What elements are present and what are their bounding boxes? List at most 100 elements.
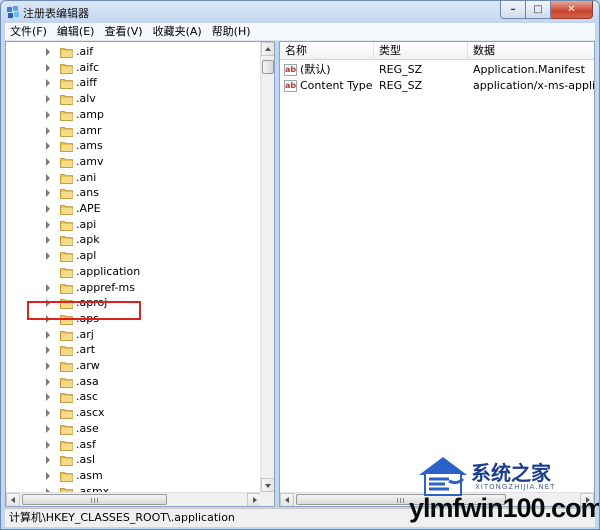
minimize-button[interactable]: – bbox=[500, 1, 526, 19]
value-name: (默认) bbox=[300, 63, 331, 76]
column-header-type[interactable]: 类型 bbox=[374, 42, 468, 60]
tree-item[interactable]: .ams bbox=[6, 138, 261, 154]
expand-arrow-icon[interactable] bbox=[46, 189, 50, 198]
column-header-data[interactable]: 数据 bbox=[468, 42, 594, 60]
tree-item[interactable]: .aif bbox=[6, 44, 261, 60]
maximize-button[interactable]: □ bbox=[526, 1, 551, 19]
tree-item[interactable]: .art bbox=[6, 342, 261, 358]
value-data: Application.Manifest bbox=[473, 63, 585, 76]
watermark-url: ylmfwin100.com bbox=[409, 493, 600, 523]
tree-horizontal-scroll-thumb[interactable] bbox=[22, 494, 167, 505]
tree-item[interactable]: .api bbox=[6, 217, 261, 233]
caption-buttons: – □ ✕ bbox=[500, 1, 593, 19]
tree-item[interactable]: .ani bbox=[6, 170, 261, 186]
tree-item[interactable]: .APE bbox=[6, 201, 261, 217]
folder-icon bbox=[60, 362, 73, 372]
tree-item[interactable]: .ans bbox=[6, 185, 261, 201]
expand-arrow-icon[interactable] bbox=[46, 220, 50, 229]
tree-item[interactable]: .appref-ms bbox=[6, 280, 261, 296]
expand-arrow-icon[interactable] bbox=[46, 440, 50, 449]
tree-item-label: .asm bbox=[76, 468, 103, 482]
expand-arrow-icon[interactable] bbox=[46, 236, 50, 245]
string-value-icon: ab bbox=[284, 64, 297, 76]
menu-edit[interactable]: 编辑(E) bbox=[52, 23, 100, 41]
tree-item[interactable]: .aiff bbox=[6, 75, 261, 91]
tree-item[interactable]: .asm bbox=[6, 468, 261, 484]
expand-arrow-icon[interactable] bbox=[46, 48, 50, 56]
expand-arrow-icon[interactable] bbox=[46, 471, 50, 480]
folder-icon bbox=[60, 409, 73, 419]
expand-arrow-icon[interactable] bbox=[46, 173, 50, 182]
tree-item-label: .api bbox=[76, 217, 97, 231]
expand-arrow-icon[interactable] bbox=[46, 205, 50, 213]
scroll-right-arrow-icon[interactable] bbox=[247, 493, 261, 506]
tree-item[interactable]: .apl bbox=[6, 248, 261, 264]
tree-item-label: .aifc bbox=[76, 60, 100, 74]
expand-arrow-icon[interactable] bbox=[46, 456, 50, 465]
tree-item[interactable]: .amp bbox=[6, 107, 261, 123]
expand-arrow-icon[interactable] bbox=[46, 252, 50, 261]
expand-arrow-icon[interactable] bbox=[46, 362, 50, 370]
tree-item-label: .ani bbox=[76, 170, 97, 184]
tree-item-label: .ase bbox=[76, 421, 99, 435]
tree-vertical-scroll-thumb[interactable] bbox=[262, 60, 274, 74]
value-row[interactable]: ab (默认) REG_SZ Application.Manifest bbox=[280, 62, 594, 78]
expand-arrow-icon[interactable] bbox=[46, 393, 50, 402]
close-button[interactable]: ✕ bbox=[551, 1, 593, 19]
registry-editor-app-icon bbox=[7, 6, 19, 18]
scroll-up-arrow-icon[interactable] bbox=[261, 42, 274, 56]
menu-view[interactable]: 查看(V) bbox=[99, 23, 147, 41]
folder-icon bbox=[60, 267, 73, 278]
tree-horizontal-scrollbar[interactable] bbox=[6, 492, 261, 506]
tree-item[interactable]: .apk bbox=[6, 232, 261, 248]
expand-arrow-icon[interactable] bbox=[46, 283, 50, 292]
tree-item[interactable]: .asmx bbox=[6, 484, 261, 492]
scroll-down-arrow-icon[interactable] bbox=[261, 478, 274, 492]
menu-favorites[interactable]: 收藏夹(A) bbox=[148, 23, 207, 41]
expand-arrow-icon[interactable] bbox=[46, 79, 50, 88]
expand-arrow-icon[interactable] bbox=[46, 95, 50, 104]
tree-item[interactable]: .asc bbox=[6, 389, 261, 405]
tree-vertical-scrollbar[interactable] bbox=[260, 42, 274, 492]
value-row[interactable]: ab Content Type REG_SZ application/x-ms-app… bbox=[280, 78, 594, 94]
tree-item[interactable]: .arj bbox=[6, 327, 261, 343]
expand-arrow-icon[interactable] bbox=[46, 63, 50, 72]
tree-item[interactable]: .amr bbox=[6, 123, 261, 139]
column-header-name[interactable]: 名称 bbox=[280, 42, 374, 60]
expand-arrow-icon[interactable] bbox=[46, 126, 50, 135]
string-value-icon: ab bbox=[284, 80, 297, 92]
tree-item[interactable]: .amv bbox=[6, 154, 261, 170]
folder-icon bbox=[60, 173, 73, 184]
menu-help[interactable]: 帮助(H) bbox=[207, 23, 256, 41]
tree-item[interactable]: .alv bbox=[6, 91, 261, 107]
expand-arrow-icon[interactable] bbox=[46, 346, 50, 355]
scroll-left-arrow-icon[interactable] bbox=[6, 493, 20, 506]
tree-item[interactable]: .application bbox=[6, 264, 261, 280]
folder-icon bbox=[60, 220, 73, 231]
expand-arrow-icon[interactable] bbox=[46, 409, 50, 418]
folder-icon bbox=[60, 456, 73, 467]
tree-item[interactable]: .asf bbox=[6, 437, 261, 453]
folder-icon bbox=[60, 283, 73, 294]
value-type: REG_SZ bbox=[379, 63, 423, 76]
tree-item-label: .ans bbox=[76, 186, 99, 200]
menu-file[interactable]: 文件(F) bbox=[5, 23, 52, 41]
expand-arrow-icon[interactable] bbox=[46, 142, 50, 151]
folder-icon bbox=[60, 346, 73, 357]
tree-item[interactable]: .asl bbox=[6, 452, 261, 468]
scroll-left-arrow-icon[interactable] bbox=[280, 493, 294, 506]
watermark: 系统之家 XITONGZHIJIA.NET ylmfwin100.com bbox=[409, 449, 599, 529]
tree-item[interactable]: .aifc bbox=[6, 60, 261, 76]
tree-item[interactable]: .asa bbox=[6, 374, 261, 390]
key-tree: .aif .aifc .aiff .alv .amp .amr .ams .amv .ani .a… bbox=[6, 42, 261, 492]
expand-arrow-icon[interactable] bbox=[46, 157, 50, 166]
expand-arrow-icon[interactable] bbox=[46, 110, 50, 119]
tree-item[interactable]: .arw bbox=[6, 358, 261, 374]
expand-arrow-icon[interactable] bbox=[46, 424, 50, 433]
expand-arrow-icon[interactable] bbox=[46, 330, 50, 339]
tree-item[interactable]: .ase bbox=[6, 421, 261, 437]
tree-item[interactable]: .ascx bbox=[6, 405, 261, 421]
title-bar[interactable]: 注册表编辑器 – □ ✕ bbox=[1, 1, 599, 23]
expand-arrow-icon[interactable] bbox=[46, 377, 50, 386]
value-name: Content Type bbox=[300, 79, 373, 92]
